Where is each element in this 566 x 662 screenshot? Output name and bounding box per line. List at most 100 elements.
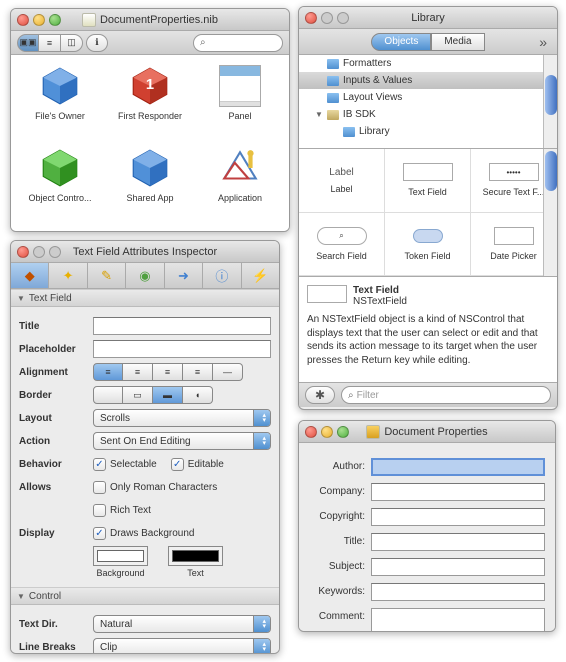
nib-item-files-owner[interactable]: File's Owner [15, 65, 105, 139]
border-label: Border [19, 390, 93, 401]
inspector-titlebar[interactable]: Text Field Attributes Inspector [11, 241, 279, 263]
nib-titlebar[interactable]: DocumentProperties.nib [11, 9, 289, 31]
section-textfield[interactable]: ▼ Text Field [11, 289, 279, 307]
view-mode-segment[interactable]: ▣▣ ≡ ◫ [17, 34, 83, 52]
tree-scrollbar[interactable] [543, 55, 557, 148]
nib-document-window: DocumentProperties.nib ▣▣ ≡ ◫ ℹ ⌕ File's… [10, 8, 290, 232]
subject-field[interactable] [371, 558, 545, 576]
tree-item-ibsdk[interactable]: ▼ IB SDK [299, 106, 557, 123]
author-field[interactable] [371, 458, 545, 476]
align-justify-icon[interactable]: ≡ [153, 363, 183, 381]
align-left-icon[interactable]: ≡ [93, 363, 123, 381]
alignment-segment[interactable]: ≡ ≡ ≡ ≡ — [93, 363, 243, 381]
library-tabbar: Objects Media » [299, 29, 557, 55]
border-line-icon[interactable]: ▭ [123, 386, 153, 404]
keywords-label: Keywords: [309, 583, 371, 597]
layout-popup[interactable]: Scrolls ▴▾ [93, 409, 271, 427]
connections-tab[interactable]: ➜ [165, 263, 203, 288]
close-icon[interactable] [305, 12, 317, 24]
applescript-tab[interactable]: ⚡ [242, 263, 279, 288]
section-control[interactable]: ▼ Control [11, 587, 279, 605]
keywords-field[interactable] [371, 583, 545, 601]
lib-item-search[interactable]: ⌕ Search Field [299, 213, 385, 277]
richtext-checkbox[interactable]: Rich Text [93, 504, 151, 517]
action-popup[interactable]: Sent On End Editing ▴▾ [93, 432, 271, 450]
grid-scrollbar[interactable] [543, 149, 557, 276]
company-field[interactable] [371, 483, 545, 501]
nib-item-first-responder[interactable]: 1 First Responder [105, 65, 195, 139]
border-rounded-icon[interactable]: ◖ [183, 386, 213, 404]
column-view-button[interactable]: ◫ [61, 34, 83, 52]
panel-icon [219, 65, 261, 107]
roman-checkbox[interactable]: Only Roman Characters [93, 481, 217, 494]
detail-thumb [307, 285, 347, 303]
close-icon[interactable] [17, 246, 29, 258]
attributes-tab[interactable]: ◆ [11, 263, 49, 288]
title-field[interactable] [93, 317, 271, 335]
objects-tab[interactable]: Objects [371, 33, 431, 51]
align-natural-icon[interactable]: — [213, 363, 243, 381]
alignment-label: Alignment [19, 367, 93, 378]
icon-view-button[interactable]: ▣▣ [17, 34, 39, 52]
list-view-button[interactable]: ≡ [39, 34, 61, 52]
zoom-icon[interactable] [337, 426, 349, 438]
nib-item-object-controller[interactable]: Object Contro... [15, 147, 105, 221]
title-field[interactable] [371, 533, 545, 551]
identity-tab[interactable]: ⓘ [203, 263, 241, 288]
dp-titlebar[interactable]: Document Properties [299, 421, 555, 443]
size-tab[interactable]: ✎ [88, 263, 126, 288]
chevron-right-icon[interactable]: » [539, 34, 547, 50]
folder-icon [327, 59, 339, 69]
check-label: Rich Text [110, 505, 151, 516]
cell-label: Secure Text F... [483, 187, 545, 197]
editable-checkbox[interactable]: ✓Editable [171, 458, 224, 471]
nib-item-application[interactable]: Application [195, 147, 285, 221]
text-colorwell[interactable] [168, 546, 223, 566]
bindings-tab[interactable]: ◉ [126, 263, 164, 288]
placeholder-label: Placeholder [19, 344, 93, 355]
linebreaks-popup[interactable]: Clip ▴▾ [93, 638, 271, 654]
search-input[interactable]: ⌕ [193, 34, 283, 52]
filter-input[interactable]: ⌕ Filter [341, 386, 551, 404]
cell-label: Date Picker [490, 251, 537, 261]
zoom-icon[interactable] [49, 14, 61, 26]
library-titlebar[interactable]: Library [299, 7, 557, 29]
tree-item-layout[interactable]: Layout Views [299, 89, 557, 106]
item-label: Panel [228, 111, 251, 121]
media-tab[interactable]: Media [431, 33, 484, 51]
item-label: Object Contro... [28, 193, 91, 203]
textdir-popup[interactable]: Natural ▴▾ [93, 615, 271, 633]
info-button[interactable]: ℹ [86, 34, 108, 52]
comment-field[interactable] [371, 608, 545, 632]
nib-item-shared-app[interactable]: Shared App [105, 147, 195, 221]
tree-item-inputs[interactable]: Inputs & Values [299, 72, 557, 89]
close-icon[interactable] [17, 14, 29, 26]
border-segment[interactable]: ▭ ▬ ◖ [93, 386, 213, 404]
lib-item-token[interactable]: Token Field [385, 213, 471, 277]
background-colorwell[interactable] [93, 546, 148, 566]
layout-label: Layout [19, 413, 93, 424]
tree-item-library[interactable]: Library [299, 123, 557, 140]
lib-item-textfield[interactable]: Text Field [385, 149, 471, 213]
selectable-checkbox[interactable]: ✓Selectable [93, 458, 157, 471]
copyright-field[interactable] [371, 508, 545, 526]
tree-item-formatters[interactable]: Formatters [299, 55, 557, 72]
textfield-preview [403, 163, 453, 181]
item-label: Application [218, 193, 262, 203]
disclosure-icon: ▼ [315, 110, 323, 119]
nib-item-panel[interactable]: Panel [195, 65, 285, 139]
lib-item-label[interactable]: Label Label [299, 149, 385, 213]
close-icon[interactable] [305, 426, 317, 438]
minimize-icon[interactable] [33, 14, 45, 26]
item-label: First Responder [118, 111, 182, 121]
border-none-icon[interactable] [93, 386, 123, 404]
border-bezel-icon[interactable]: ▬ [153, 386, 183, 404]
subject-label: Subject: [309, 558, 371, 572]
drawsbg-checkbox[interactable]: ✓Draws Background [93, 527, 194, 540]
effects-tab[interactable]: ✦ [49, 263, 87, 288]
placeholder-field[interactable] [93, 340, 271, 358]
action-menu-button[interactable] [305, 386, 335, 404]
minimize-icon[interactable] [321, 426, 333, 438]
align-right-icon[interactable]: ≡ [183, 363, 213, 381]
align-center-icon[interactable]: ≡ [123, 363, 153, 381]
